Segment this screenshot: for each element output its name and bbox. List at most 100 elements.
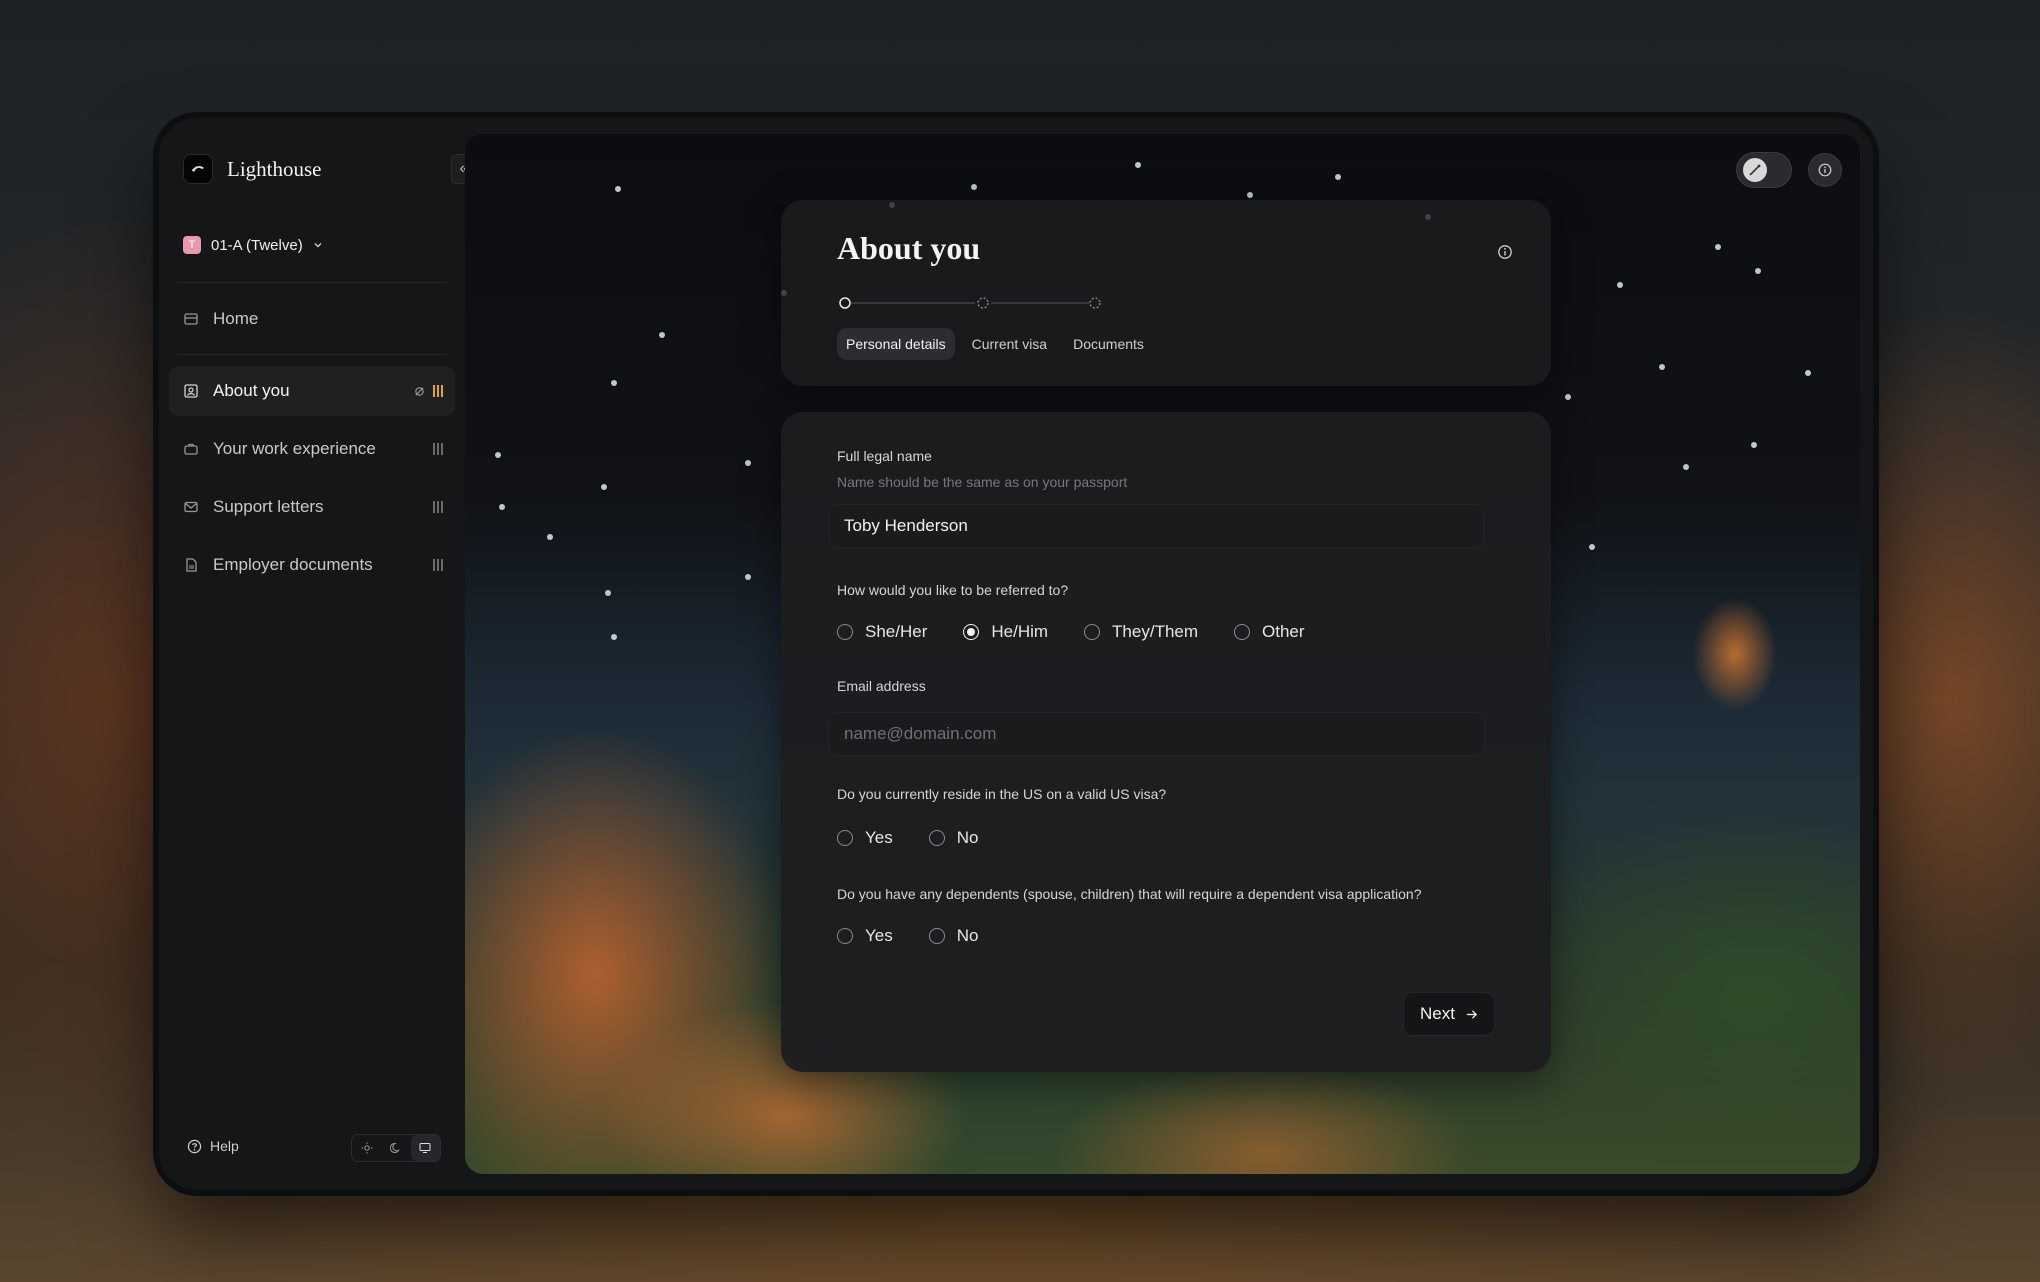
pronoun-option-he-him[interactable]: He/Him — [963, 622, 1048, 642]
star — [1247, 192, 1253, 198]
tab-documents[interactable]: Documents — [1064, 328, 1153, 360]
star — [615, 186, 621, 192]
radio-button[interactable] — [1234, 624, 1251, 640]
sidebar-item-employer-documents[interactable]: Employer documents — [169, 540, 455, 590]
star — [1565, 394, 1571, 400]
home-icon — [184, 313, 198, 325]
visual-toggle[interactable] — [1736, 152, 1792, 188]
info-icon[interactable] — [1497, 244, 1513, 260]
progress-bars-icon — [433, 385, 443, 397]
personal-details-form: Full legal name Name should be the same … — [781, 412, 1551, 1072]
visa-option-no[interactable]: No — [928, 828, 979, 848]
radio-label: No — [956, 828, 979, 847]
progress-bars-icon — [433, 501, 443, 513]
sidebar-item-label: Your work experience — [213, 439, 376, 458]
pronoun-radio-group: She/Her He/Him They/Them Other — [837, 622, 1305, 642]
dependents-radio-group: Yes No — [837, 926, 978, 946]
empty-set-icon — [415, 386, 424, 396]
monitor-icon — [419, 1143, 431, 1153]
radio-button[interactable] — [837, 928, 853, 944]
system-theme-button[interactable] — [410, 1135, 440, 1161]
full-name-input[interactable] — [829, 504, 1485, 548]
sidebar-item-support-letters[interactable]: Support letters — [169, 482, 455, 532]
page-title: About you — [837, 230, 981, 266]
info-button[interactable] — [1808, 153, 1842, 187]
chevron-down-icon — [314, 243, 322, 248]
star — [611, 634, 617, 640]
tab-personal-details[interactable]: Personal details — [837, 328, 955, 360]
radio-button[interactable] — [963, 624, 980, 640]
radio-label: She/Her — [865, 622, 928, 641]
pronoun-label: How would you like to be referred to? — [837, 582, 1069, 598]
radio-button[interactable] — [837, 830, 853, 846]
next-label: Next — [1420, 1004, 1455, 1023]
divider — [177, 282, 447, 283]
help-link[interactable]: Help — [187, 1138, 239, 1154]
star — [1335, 174, 1341, 180]
progress-indicator — [414, 385, 443, 397]
sidebar: Lighthouse T 01-A (Twelve) Home About yo… — [159, 118, 465, 1190]
radio-button[interactable] — [928, 830, 945, 846]
star — [659, 332, 665, 338]
star — [1589, 544, 1595, 550]
star — [1751, 442, 1757, 448]
divider — [177, 354, 447, 355]
progress-indicator — [433, 559, 443, 571]
app-window: Lighthouse T 01-A (Twelve) Home About yo… — [159, 118, 1873, 1190]
pronoun-option-she-her[interactable]: She/Her — [837, 622, 927, 642]
progress-indicator — [433, 501, 443, 513]
sidebar-item-home[interactable]: Home — [169, 294, 455, 344]
star — [1617, 282, 1623, 288]
star — [495, 452, 501, 458]
step-progress — [839, 297, 1101, 309]
workspace-badge: T — [183, 236, 201, 254]
section-header-card: About you Personal details Current visa … — [781, 200, 1551, 386]
info-icon — [1818, 163, 1832, 177]
visa-radio-group: Yes No — [837, 828, 978, 848]
progress-bars-icon — [433, 559, 443, 571]
sidebar-item-work-experience[interactable]: Your work experience — [169, 424, 455, 474]
next-button[interactable]: Next — [1403, 992, 1495, 1036]
step-tabs: Personal details Current visa Documents — [837, 328, 1153, 360]
user-icon — [184, 384, 198, 398]
radio-button[interactable] — [837, 624, 853, 640]
lighthouse-logo-icon — [183, 154, 213, 184]
sidebar-item-about-you[interactable]: About you — [169, 366, 455, 416]
light-theme-button[interactable] — [352, 1135, 381, 1161]
pronoun-option-other[interactable]: Other — [1234, 622, 1305, 642]
star — [547, 534, 553, 540]
dependents-option-yes[interactable]: Yes — [837, 926, 893, 946]
workspace-selector[interactable]: T 01-A (Twelve) — [183, 236, 323, 254]
main-content: About you Personal details Current visa … — [465, 134, 1860, 1174]
email-input[interactable] — [829, 712, 1485, 756]
star — [745, 460, 751, 466]
dark-theme-button[interactable] — [381, 1135, 410, 1161]
radio-button[interactable] — [928, 928, 945, 944]
arrow-right-icon — [1466, 1009, 1478, 1019]
top-right-controls — [1736, 152, 1842, 188]
star — [971, 184, 977, 190]
radio-label: Yes — [865, 828, 893, 847]
star — [1659, 364, 1665, 370]
star — [605, 590, 611, 596]
star — [1755, 268, 1761, 274]
pronoun-option-they-them[interactable]: They/Them — [1084, 622, 1198, 642]
magic-wand-icon — [1743, 158, 1767, 182]
radio-button[interactable] — [1084, 624, 1101, 640]
help-label: Help — [210, 1138, 239, 1154]
radio-label: They/Them — [1112, 622, 1199, 641]
name-hint: Name should be the same as on your passp… — [837, 474, 1128, 490]
visa-option-yes[interactable]: Yes — [837, 828, 893, 848]
radio-label: No — [956, 926, 979, 945]
star — [1683, 464, 1689, 470]
visa-question-label: Do you currently reside in the US on a v… — [837, 786, 1167, 802]
dependents-option-no[interactable]: No — [928, 926, 979, 946]
tab-current-visa[interactable]: Current visa — [963, 328, 1056, 360]
sidebar-item-label: Home — [213, 309, 259, 328]
brand: Lighthouse — [183, 154, 322, 184]
dependents-question-label: Do you have any dependents (spouse, chil… — [837, 886, 1422, 902]
sidebar-item-label: Support letters — [213, 497, 324, 516]
star — [601, 484, 607, 490]
theme-switcher — [351, 1134, 441, 1162]
star — [611, 380, 617, 386]
